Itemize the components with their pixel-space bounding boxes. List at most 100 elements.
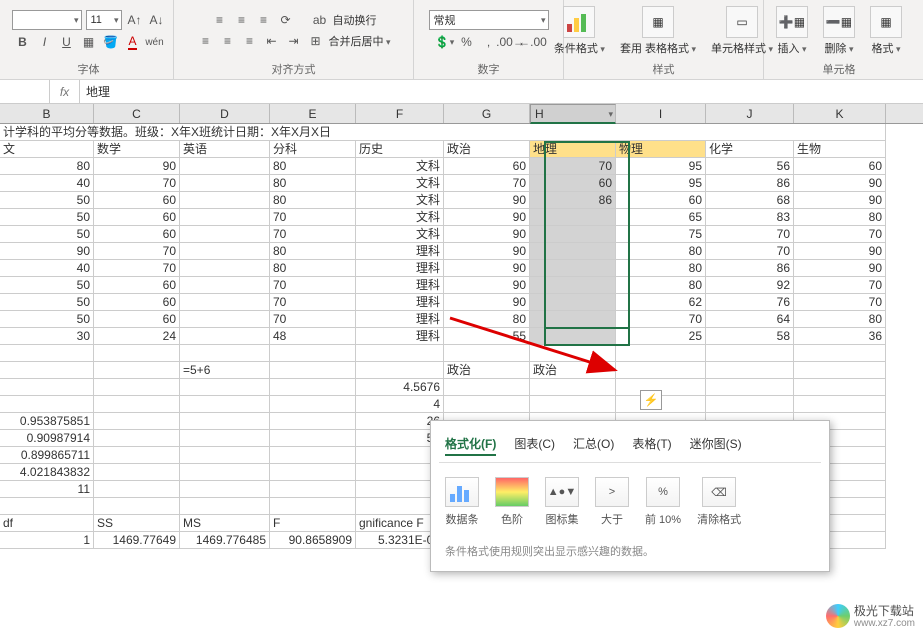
increase-decimal-icon[interactable]: .00→ [502, 33, 520, 51]
cell[interactable] [706, 345, 794, 362]
merge-icon[interactable]: ⊞ [306, 32, 324, 50]
cell[interactable] [530, 260, 616, 277]
cell[interactable] [706, 379, 794, 396]
cell[interactable]: 90 [794, 175, 886, 192]
column-header-E[interactable]: E [270, 104, 356, 123]
cell[interactable] [180, 413, 270, 430]
cell[interactable] [530, 379, 616, 396]
qa-opt-top10[interactable]: %前 10% [645, 477, 681, 527]
header-cell[interactable]: 数学 [94, 141, 180, 158]
column-header-B[interactable]: B [0, 104, 94, 123]
table-row[interactable]: 506070文科90658380 [0, 209, 923, 226]
qa-opt-greater[interactable]: >大于 [595, 477, 629, 527]
cell[interactable]: 70 [270, 294, 356, 311]
cell[interactable]: 文科 [356, 209, 444, 226]
cell[interactable]: 76 [706, 294, 794, 311]
column-header-F[interactable]: F [356, 104, 444, 123]
cell[interactable] [270, 379, 356, 396]
cell[interactable] [180, 345, 270, 362]
cell[interactable] [180, 158, 270, 175]
column-header-H[interactable]: H [530, 104, 616, 124]
cell[interactable]: 83 [706, 209, 794, 226]
cell[interactable]: df [0, 515, 94, 532]
qa-opt-databar[interactable]: 数据条 [445, 477, 479, 527]
cell[interactable]: 56 [706, 158, 794, 175]
cell[interactable]: 30 [0, 328, 94, 345]
cell[interactable] [530, 396, 616, 413]
title-row[interactable]: 计学科的平均分等数据。班级：X年X班统计日期：X年X月X日 [0, 124, 886, 141]
column-header-G[interactable]: G [444, 104, 530, 123]
italic-icon[interactable]: I [36, 33, 54, 51]
cell[interactable] [180, 464, 270, 481]
cell[interactable] [0, 362, 94, 379]
cell[interactable] [356, 345, 444, 362]
cell[interactable] [180, 379, 270, 396]
cell[interactable] [94, 413, 180, 430]
cell[interactable]: 24 [94, 328, 180, 345]
format-as-table-button[interactable]: ▦套用 表格格式 [614, 4, 702, 58]
cell[interactable]: 60 [94, 226, 180, 243]
cell[interactable]: 60 [94, 192, 180, 209]
cell[interactable] [180, 209, 270, 226]
cell[interactable] [794, 362, 886, 379]
qa-tab-sparklines[interactable]: 迷你图(S) [690, 433, 742, 456]
cell[interactable]: 理科 [356, 260, 444, 277]
cell[interactable]: 70 [794, 294, 886, 311]
cell[interactable] [180, 192, 270, 209]
cell[interactable]: 0.899865711 [0, 447, 94, 464]
cell[interactable]: 86 [530, 192, 616, 209]
cell[interactable]: 70 [444, 175, 530, 192]
insert-cells-button[interactable]: ➕▦插入 [770, 4, 814, 58]
cell[interactable]: 90 [794, 192, 886, 209]
cell[interactable]: 政治 [444, 362, 530, 379]
cell[interactable]: 90 [444, 294, 530, 311]
align-right-icon[interactable]: ≡ [240, 32, 258, 50]
number-format-select[interactable]: 常规 [429, 10, 549, 30]
qa-opt-clear[interactable]: ⌫清除格式 [697, 477, 741, 527]
table-row[interactable]: 809080文科6070955660 [0, 158, 923, 175]
qa-tab-tables[interactable]: 表格(T) [632, 433, 671, 456]
cell[interactable] [94, 464, 180, 481]
qa-opt-iconset[interactable]: ▲●▼图标集 [545, 477, 579, 527]
cell[interactable]: 90 [794, 243, 886, 260]
cell[interactable] [180, 311, 270, 328]
cell[interactable]: 64 [706, 311, 794, 328]
cell[interactable]: 文科 [356, 158, 444, 175]
cell[interactable]: 80 [0, 158, 94, 175]
cell[interactable]: 60 [530, 175, 616, 192]
cell[interactable]: 70 [706, 226, 794, 243]
cell[interactable]: 1469.77649 [94, 532, 180, 549]
cell[interactable]: 50 [0, 311, 94, 328]
indent-inc-icon[interactable]: ⇥ [284, 32, 302, 50]
cell[interactable] [270, 430, 356, 447]
cell[interactable] [530, 345, 616, 362]
cell[interactable]: 4.021843832 [0, 464, 94, 481]
formula-input[interactable]: 地理 [80, 80, 923, 103]
cell[interactable]: 文科 [356, 192, 444, 209]
cell[interactable] [706, 396, 794, 413]
column-header-J[interactable]: J [706, 104, 794, 123]
cell[interactable] [270, 396, 356, 413]
cell[interactable]: 60 [94, 294, 180, 311]
qa-tab-formatting[interactable]: 格式化(F) [445, 433, 496, 456]
cell[interactable] [356, 362, 444, 379]
cell[interactable]: 50 [0, 192, 94, 209]
cell[interactable] [94, 379, 180, 396]
cell[interactable] [444, 379, 530, 396]
cell[interactable] [270, 413, 356, 430]
cell[interactable]: 80 [270, 260, 356, 277]
cell[interactable]: 55 [444, 328, 530, 345]
cell[interactable]: 90 [444, 243, 530, 260]
table-row[interactable]: 4 [0, 396, 923, 413]
column-headers[interactable]: BCDEFGHIJK [0, 104, 923, 124]
cell[interactable]: 80 [616, 277, 706, 294]
comma-icon[interactable]: , [480, 33, 498, 51]
cell[interactable]: 90 [444, 277, 530, 294]
phonetic-icon[interactable]: wén [146, 33, 164, 51]
cell[interactable]: 90 [444, 260, 530, 277]
cell[interactable]: 文科 [356, 226, 444, 243]
cell[interactable] [794, 379, 886, 396]
cell[interactable]: 政治 [530, 362, 616, 379]
cell[interactable] [270, 362, 356, 379]
table-row[interactable]: 506070理科90627670 [0, 294, 923, 311]
